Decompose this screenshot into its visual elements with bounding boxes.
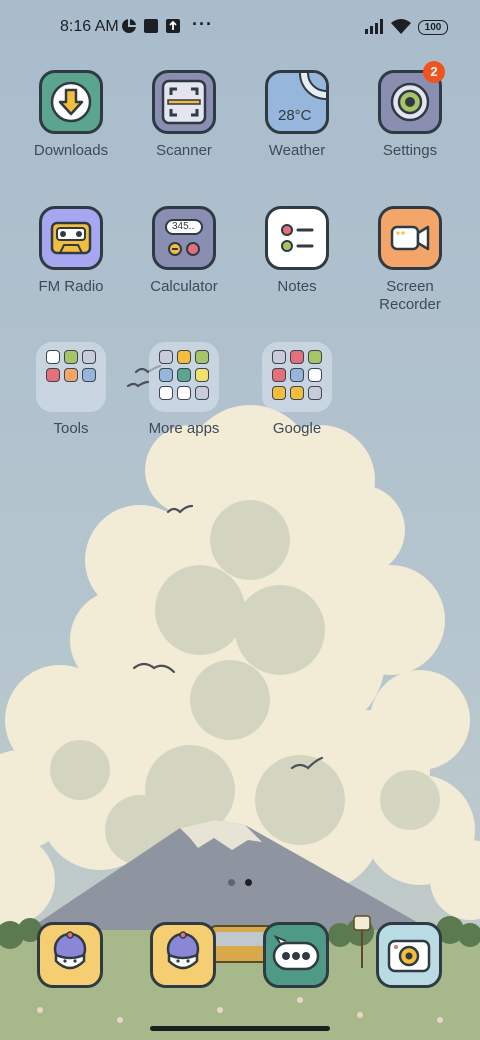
app-settings[interactable]: 2 Settings	[355, 61, 465, 160]
mini-app-icon	[290, 386, 304, 400]
mini-app-icon	[82, 350, 96, 364]
home-indicator[interactable]	[150, 1026, 330, 1031]
mini-app-icon	[195, 350, 209, 364]
dock-app-camera[interactable]	[376, 922, 442, 988]
scan-frame-icon	[152, 70, 216, 134]
mini-app-icon	[46, 350, 60, 364]
dock-app-1[interactable]	[37, 922, 103, 988]
page-dot-active	[245, 879, 252, 886]
app-label: Screen Recorder	[355, 278, 465, 314]
app-calculator[interactable]: 345.. Calculator	[129, 206, 239, 296]
mini-app-icon	[46, 368, 60, 382]
app-label: Downloads	[33, 142, 109, 159]
app-label-line: Screen	[386, 278, 434, 295]
app-label: FM Radio	[38, 278, 104, 295]
quad-circle-icon	[122, 19, 136, 33]
app-label-line: Recorder	[379, 296, 441, 313]
folder-google[interactable]: Google	[242, 342, 352, 438]
chat-bubble-icon	[263, 922, 329, 988]
mini-app-icon	[272, 368, 286, 382]
dock-app-2[interactable]	[150, 922, 216, 988]
app-label: Calculator	[150, 278, 218, 295]
mini-app-icon	[272, 386, 286, 400]
page-dot	[228, 879, 235, 886]
cupcake-icon	[37, 922, 103, 988]
upload-box-icon	[166, 19, 180, 33]
app-scanner[interactable]: Scanner	[129, 70, 239, 160]
notification-badge: 2	[423, 61, 445, 83]
cupcake-icon	[150, 922, 216, 988]
square-icon	[144, 19, 158, 33]
mini-app-icon	[308, 350, 322, 364]
video-camera-icon	[378, 206, 442, 270]
mini-app-icon	[290, 350, 304, 364]
folder-icon	[36, 342, 106, 412]
calculator-icon: 345..	[152, 206, 216, 270]
cassette-icon	[39, 206, 103, 270]
mini-app-icon	[308, 368, 322, 382]
checklist-icon	[265, 206, 329, 270]
app-weather[interactable]: 28°C Weather	[242, 70, 352, 160]
app-label: Weather	[268, 142, 326, 159]
dock-app-messages[interactable]	[263, 922, 329, 988]
mini-app-icon	[177, 350, 191, 364]
camera-icon	[376, 922, 442, 988]
mini-app-icon	[177, 386, 191, 400]
status-bar: 8:16 AM ··· 100	[0, 14, 480, 42]
clock: 8:16 AM	[60, 18, 119, 35]
app-fm-radio[interactable]: FM Radio	[16, 206, 126, 296]
app-downloads[interactable]: Downloads	[16, 70, 126, 160]
app-label: Notes	[277, 278, 317, 295]
mini-app-icon	[64, 368, 78, 382]
mini-app-icon	[290, 368, 304, 382]
folder-label: Tools	[53, 420, 89, 437]
overflow-indicator: ···	[192, 14, 213, 34]
app-label: Scanner	[156, 142, 212, 159]
folder-tools[interactable]: Tools	[16, 342, 126, 438]
weather-icon: 28°C	[265, 70, 329, 134]
mini-app-icon	[195, 368, 209, 382]
folder-label: Google	[272, 420, 322, 437]
app-screen-recorder[interactable]: Screen Recorder	[355, 206, 465, 314]
folder-more-apps[interactable]: More apps	[129, 342, 239, 438]
mini-app-icon	[177, 368, 191, 382]
download-arrow-icon	[39, 70, 103, 134]
mini-app-icon	[159, 368, 173, 382]
weather-temp: 28°C	[278, 107, 312, 124]
mini-app-icon	[82, 368, 96, 382]
mini-app-icon	[272, 350, 286, 364]
battery-icon: 100	[418, 20, 448, 35]
gear-icon: 2	[378, 61, 445, 134]
app-label: Settings	[382, 142, 438, 159]
mini-app-icon	[64, 350, 78, 364]
mini-app-icon	[159, 386, 173, 400]
folder-icon	[149, 342, 219, 412]
folder-icon	[262, 342, 332, 412]
mini-app-icon	[195, 386, 209, 400]
signal-icon	[365, 19, 383, 34]
folder-label: More apps	[148, 420, 220, 437]
mini-app-icon	[308, 386, 322, 400]
wifi-icon	[391, 19, 411, 34]
app-notes[interactable]: Notes	[242, 206, 352, 296]
mini-app-icon	[159, 350, 173, 364]
